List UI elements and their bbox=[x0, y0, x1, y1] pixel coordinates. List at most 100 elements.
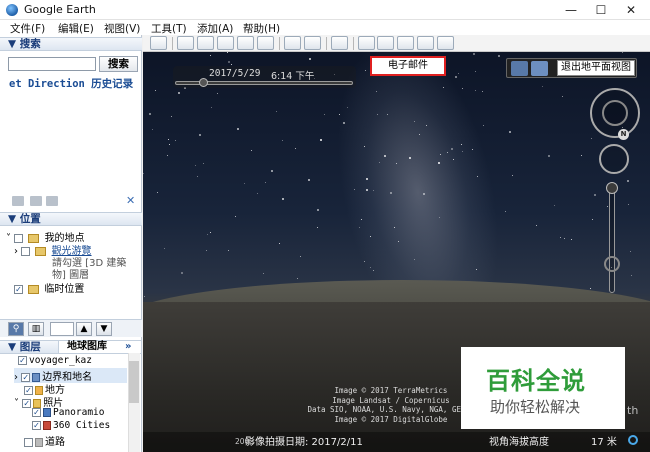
temp-places-checkbox[interactable] bbox=[14, 284, 23, 294]
star bbox=[265, 182, 266, 183]
star bbox=[227, 52, 228, 53]
sunlight-icon[interactable] bbox=[304, 36, 321, 50]
time-date: 2017/5/29 bbox=[209, 68, 261, 79]
menu-add[interactable]: 添加(A) bbox=[197, 21, 233, 36]
search-tabs[interactable]: et Direction 历史记录 bbox=[9, 76, 133, 91]
split-view-icon[interactable]: ▥ bbox=[28, 322, 44, 336]
search-results-toolbar: ✕ bbox=[0, 194, 142, 208]
expand-icon[interactable]: › bbox=[14, 372, 18, 383]
star bbox=[438, 162, 440, 164]
search-places-icon[interactable]: ⚲ bbox=[8, 322, 24, 336]
sightseeing-checkbox[interactable] bbox=[21, 246, 31, 256]
historical-imagery-icon[interactable] bbox=[284, 36, 301, 50]
copy-icon[interactable] bbox=[30, 196, 42, 206]
planets-icon[interactable] bbox=[331, 36, 348, 50]
ruler-icon[interactable] bbox=[358, 36, 375, 50]
move-up-icon[interactable]: ▲ bbox=[76, 322, 92, 336]
move-down-icon[interactable]: ▼ bbox=[96, 322, 112, 336]
star bbox=[560, 237, 561, 238]
star bbox=[178, 92, 180, 94]
places-section-header[interactable]: ▼ 位置 bbox=[0, 212, 142, 226]
zoom-out-icon[interactable] bbox=[604, 256, 620, 272]
placemark-icon[interactable] bbox=[177, 36, 194, 50]
star bbox=[251, 150, 252, 151]
north-indicator[interactable]: N bbox=[618, 129, 629, 140]
menu-edit[interactable]: 编辑(E) bbox=[58, 21, 94, 36]
star bbox=[217, 93, 218, 94]
move-joystick[interactable] bbox=[599, 144, 629, 174]
star bbox=[282, 140, 283, 141]
minimize-button[interactable]: — bbox=[556, 0, 586, 20]
tree-row-temp-places[interactable]: 临时位置 bbox=[14, 280, 84, 295]
layer-label: 道路 bbox=[45, 437, 65, 448]
layer-row[interactable]: 道路 bbox=[24, 433, 65, 448]
expand-icon[interactable]: ˅ bbox=[6, 233, 11, 244]
imagery-year: 2003 bbox=[235, 437, 255, 446]
places-filter-input[interactable] bbox=[50, 322, 74, 336]
star bbox=[591, 138, 592, 139]
star bbox=[169, 144, 170, 145]
look-joystick[interactable] bbox=[602, 100, 628, 126]
view-in-maps-icon[interactable] bbox=[417, 36, 434, 50]
star bbox=[308, 179, 310, 181]
star bbox=[228, 61, 230, 63]
star bbox=[631, 275, 632, 276]
menu-file[interactable]: 文件(F) bbox=[10, 21, 45, 36]
layer-row[interactable]: 360 Cities bbox=[32, 420, 110, 431]
star bbox=[512, 175, 513, 176]
layer-row[interactable]: Panoramio bbox=[32, 407, 104, 418]
layer-checkbox[interactable] bbox=[22, 398, 32, 408]
layer-checkbox[interactable] bbox=[32, 407, 41, 417]
star bbox=[317, 227, 318, 228]
earth-viewport[interactable]: 2017/5/29 6:14 下午 电子邮件 退出地平面视图 N Image ©… bbox=[143, 52, 650, 452]
search-button[interactable]: 搜索 bbox=[99, 56, 138, 72]
star bbox=[370, 267, 371, 268]
layer-checkbox[interactable] bbox=[18, 355, 27, 365]
layer-checkbox[interactable] bbox=[24, 437, 33, 447]
google-earth-logo-icon bbox=[6, 4, 18, 16]
star bbox=[366, 178, 368, 180]
record-tour-icon[interactable] bbox=[257, 36, 274, 50]
close-search-icon[interactable]: ✕ bbox=[126, 194, 135, 207]
image-overlay-icon[interactable] bbox=[237, 36, 254, 50]
time-clock: 6:14 下午 bbox=[271, 71, 315, 82]
folder-icon[interactable] bbox=[12, 196, 24, 206]
star bbox=[271, 170, 273, 172]
maximize-button[interactable]: ☐ bbox=[586, 0, 616, 20]
time-slider-handle[interactable] bbox=[199, 78, 208, 87]
zoom-slider-handle[interactable] bbox=[606, 182, 618, 194]
menu-help[interactable]: 帮助(H) bbox=[243, 21, 280, 36]
sidebar: ▼ 搜索 搜索 et Direction 历史记录 ✕ ▼ 位置 ˅ 我的地点 … bbox=[0, 35, 142, 452]
sidebar-toggle-icon[interactable] bbox=[150, 36, 167, 50]
print-results-icon[interactable] bbox=[46, 196, 58, 206]
cube-view-icon[interactable] bbox=[531, 61, 548, 76]
expand-icon[interactable]: ˅ bbox=[14, 398, 19, 409]
layer-row[interactable]: voyager_kaz bbox=[18, 355, 92, 366]
person-view-icon[interactable] bbox=[511, 61, 528, 76]
path-icon[interactable] bbox=[217, 36, 234, 50]
close-window-button[interactable]: ✕ bbox=[616, 0, 646, 20]
search-input[interactable] bbox=[8, 57, 96, 71]
star bbox=[297, 278, 298, 279]
star bbox=[607, 206, 608, 207]
layer-checkbox[interactable] bbox=[32, 420, 41, 430]
star bbox=[365, 70, 366, 71]
save-image-icon[interactable] bbox=[437, 36, 454, 50]
exit-ground-level-button[interactable]: 退出地平面视图 bbox=[557, 60, 635, 76]
menu-view[interactable]: 视图(V) bbox=[104, 21, 140, 36]
chevron-right-icon[interactable]: » bbox=[125, 341, 131, 353]
email-icon[interactable] bbox=[377, 36, 394, 50]
tab-earth-gallery[interactable]: 地球图库 » bbox=[58, 340, 142, 354]
zoom-slider-track[interactable] bbox=[609, 183, 615, 293]
star bbox=[377, 114, 378, 115]
search-section-header[interactable]: ▼ 搜索 bbox=[0, 37, 142, 51]
polygon-icon[interactable] bbox=[197, 36, 214, 50]
star bbox=[476, 269, 477, 270]
star bbox=[475, 90, 476, 91]
expand-icon[interactable]: › bbox=[14, 246, 18, 257]
menu-tools[interactable]: 工具(T) bbox=[151, 21, 187, 36]
star bbox=[483, 125, 484, 126]
print-icon[interactable] bbox=[397, 36, 414, 50]
star bbox=[231, 64, 232, 65]
layers-scrollbar-thumb[interactable] bbox=[129, 361, 139, 403]
